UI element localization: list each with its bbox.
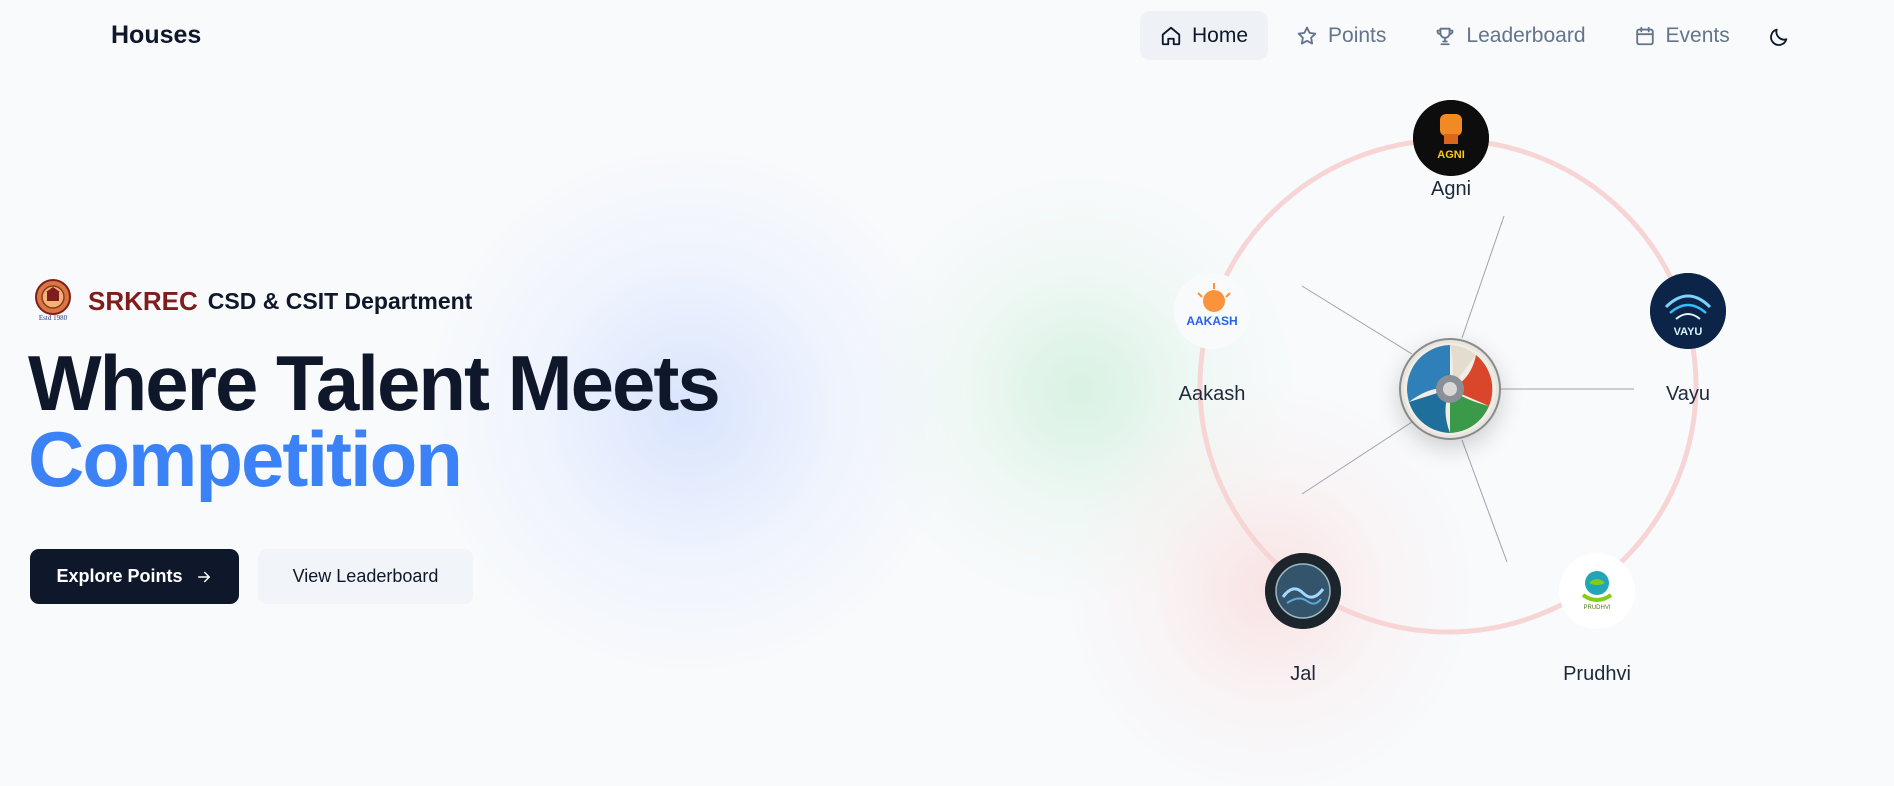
home-icon bbox=[1161, 26, 1181, 45]
arrow-right-icon bbox=[197, 571, 210, 582]
connector-prudhvi bbox=[1461, 439, 1508, 563]
nav-item-events[interactable]: Events bbox=[1614, 11, 1750, 60]
prudhvi-logo-text: PRUDHVI bbox=[1583, 605, 1610, 611]
nav-item-label: Points bbox=[1328, 23, 1387, 47]
wind-swirl-icon: VAYU bbox=[1650, 273, 1726, 349]
star-icon bbox=[1297, 26, 1317, 44]
vayu-logo-text: VAYU bbox=[1674, 326, 1703, 338]
house-vayu-logo[interactable]: VAYU bbox=[1650, 273, 1726, 349]
nav-item-home[interactable]: Home bbox=[1140, 11, 1269, 60]
fist-icon: AGNI bbox=[1413, 100, 1489, 176]
theme-toggle-button[interactable] bbox=[1764, 22, 1794, 52]
nav-links: Home Points Leaderboard Events bbox=[1140, 11, 1750, 60]
moon-icon bbox=[1770, 28, 1788, 46]
wave-icon bbox=[1265, 553, 1341, 629]
nav-item-label: Leaderboard bbox=[1466, 23, 1586, 47]
college-logo: Estd 1980 bbox=[30, 278, 76, 324]
view-leaderboard-button[interactable]: View Leaderboard bbox=[258, 549, 473, 604]
connector-agni bbox=[1461, 215, 1505, 339]
department-header: Estd 1980 SRKREC CSD & CSIT Department bbox=[30, 278, 472, 324]
hero-title-accent: Competition bbox=[28, 415, 463, 503]
explore-points-button[interactable]: Explore Points bbox=[30, 549, 239, 604]
brand-title[interactable]: Houses bbox=[111, 21, 201, 50]
house-label-aakash: Aakash bbox=[1178, 383, 1246, 405]
house-label-agni: Agni bbox=[1430, 178, 1472, 200]
trophy-icon bbox=[1437, 27, 1454, 45]
houses-wheel: AGNI Agni VAYU Vayu PRUDHVI Prudhvi Jal … bbox=[1150, 90, 1750, 710]
hero-title-line1: Where Talent Meets bbox=[28, 339, 721, 427]
nav-item-label: Home bbox=[1192, 23, 1249, 47]
emblem-icon bbox=[1404, 343, 1496, 435]
globe-plant-icon: PRUDHVI bbox=[1559, 553, 1635, 629]
nav-item-points[interactable]: Points bbox=[1276, 11, 1406, 60]
center-houses-emblem[interactable] bbox=[1399, 338, 1501, 440]
sun-sky-icon: AAKASH bbox=[1174, 273, 1250, 349]
house-agni-logo[interactable]: AGNI bbox=[1413, 100, 1489, 176]
house-label-prudhvi: Prudhvi bbox=[1563, 663, 1631, 685]
college-short-name: SRKREC bbox=[88, 285, 198, 316]
department-name: CSD & CSIT Department bbox=[207, 287, 473, 314]
hero-title: Where Talent Meets Competition bbox=[28, 344, 721, 503]
connector-jal bbox=[1301, 421, 1413, 495]
agni-logo-text: AGNI bbox=[1437, 149, 1465, 161]
college-logo-text: Estd 1980 bbox=[38, 314, 68, 322]
house-jal-logo[interactable] bbox=[1265, 553, 1341, 629]
nav-item-leaderboard[interactable]: Leaderboard bbox=[1414, 11, 1605, 60]
explore-points-label: Explore Points bbox=[56, 566, 183, 586]
house-aakash-logo[interactable]: AAKASH bbox=[1174, 273, 1250, 349]
nav-item-label: Events bbox=[1665, 23, 1730, 47]
calendar-icon bbox=[1635, 26, 1654, 45]
house-label-jal: Jal bbox=[1290, 663, 1316, 685]
top-navbar: Houses Home Points Leaderboard Events bbox=[0, 0, 1894, 72]
view-leaderboard-label: View Leaderboard bbox=[292, 566, 439, 586]
house-label-vayu: Vayu bbox=[1665, 383, 1711, 405]
aakash-logo-text: AAKASH bbox=[1186, 314, 1237, 328]
house-prudhvi-logo[interactable]: PRUDHVI bbox=[1559, 553, 1635, 629]
connector-aakash bbox=[1301, 285, 1413, 355]
